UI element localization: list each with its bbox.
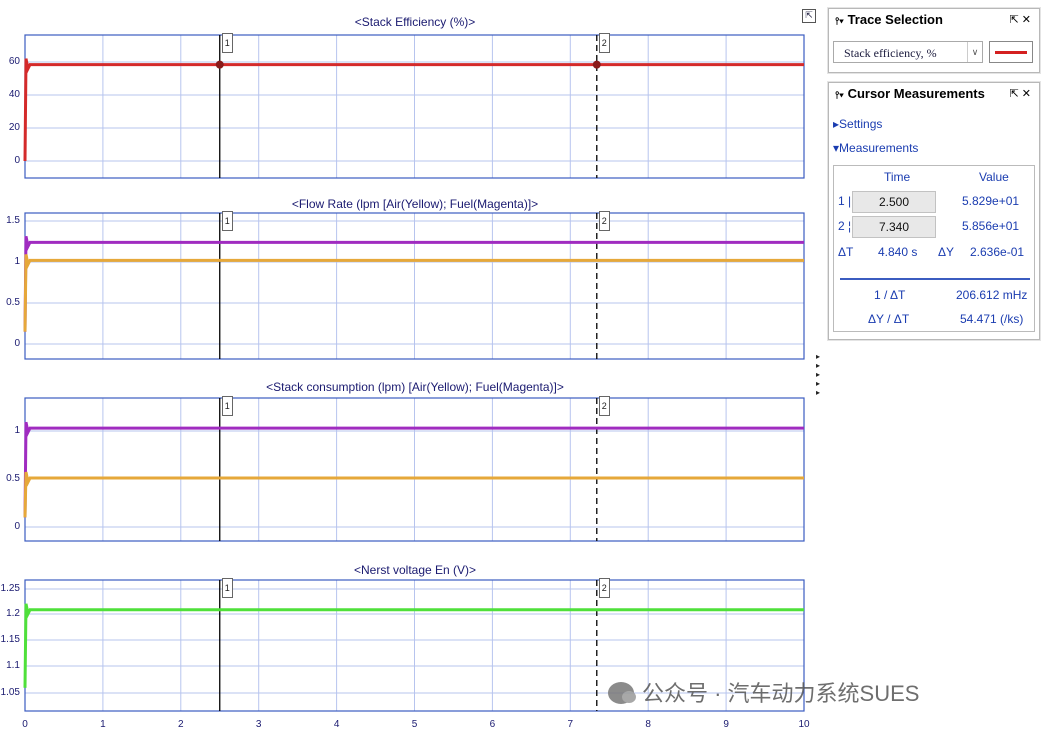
cursor-2-tag: 2 <box>598 211 610 231</box>
y-tick-label: 0.5 <box>6 297 20 308</box>
x-tick-label: 9 <box>723 719 729 730</box>
x-tick-label: 8 <box>645 719 651 730</box>
cursor2-time-field[interactable]: 7.340 <box>852 216 936 238</box>
y-tick-label: 1.05 <box>0 687 20 698</box>
cursor-measurements-title: Cursor Measurements <box>847 86 985 101</box>
x-tick-label: 2 <box>178 719 184 730</box>
delta-t-value: 4.840 s <box>878 245 918 259</box>
measurements-divider <box>840 278 1030 280</box>
cursor-measurements-header: ⫯▾ Cursor Measurements ⇱ ✕ <box>829 83 1039 105</box>
x-tick-label: 6 <box>489 719 496 730</box>
y-tick-label: 1.5 <box>6 215 20 226</box>
cursor1-time-field[interactable]: 2.500 <box>852 191 936 213</box>
plot-title: <Stack Efficiency (%)> <box>354 15 476 29</box>
cursor-1-tag: 1 <box>221 578 233 598</box>
plot-title: <Nerst voltage En (V)> <box>353 563 477 577</box>
wechat-logo-icon <box>608 682 636 704</box>
pin-close-icons[interactable]: ⇱ ✕ <box>1010 83 1032 105</box>
cursor-1-tag: 1 <box>221 211 233 231</box>
cursor-1-tag: 1 <box>221 33 233 53</box>
scope-canvas[interactable] <box>0 0 820 735</box>
chevron-down-icon[interactable]: ∨ <box>967 42 982 62</box>
time-header: Time <box>884 170 911 184</box>
x-tick-label: 0 <box>22 719 28 730</box>
collapse-icon[interactable]: ⫯▾ <box>835 16 844 27</box>
watermark: 公众号 · 汽车动力系统SUES <box>608 676 919 708</box>
cursor-1-tag: 1 <box>221 396 233 416</box>
trace-select-dropdown[interactable]: Stack efficiency, % ∨ <box>833 41 983 63</box>
cursor-2-tag: 2 <box>598 578 610 598</box>
y-tick-label: 1 <box>14 425 20 436</box>
trace-selection-header: ⫯▾ Trace Selection ⇱ ✕ <box>829 9 1039 31</box>
y-tick-label: 0.5 <box>6 473 20 484</box>
x-tick-label: 4 <box>333 719 340 730</box>
x-tick-label: 1 <box>100 719 106 730</box>
splitter-grip-icon[interactable]: ▸ ▸ ▸ ▸ ▸ <box>816 352 820 398</box>
y-tick-label: 1 <box>14 256 20 267</box>
trace-color-swatch[interactable] <box>989 41 1033 63</box>
cursor-1-marker <box>215 60 224 69</box>
y-tick-label: 0 <box>14 155 20 166</box>
x-tick-label: 3 <box>255 719 262 730</box>
delta-y-value: 2.636e-01 <box>970 245 1025 259</box>
scope-plot-area: <Stack Efficiency (%)> 60 40 20 0 1 2 <Flow Rat… <box>0 0 820 735</box>
y-tick-label: 1.15 <box>0 634 20 645</box>
pin-close-icons[interactable]: ⇱ ✕ <box>1010 9 1032 31</box>
watermark-text: 公众号 · 汽车动力系统SUES <box>642 681 920 706</box>
y-tick-label: 1.1 <box>6 660 20 671</box>
y-tick-label: 60 <box>8 56 20 67</box>
cursor-2-marker <box>592 60 601 69</box>
measurements-table: Time Value 1 | 2.500 5.829e+01 2 ¦ 7.340… <box>833 165 1035 332</box>
cursor-measurements-panel: ⫯▾ Cursor Measurements ⇱ ✕ ▸Settings ▾Mea… <box>828 82 1040 340</box>
settings-toggle[interactable]: ▸Settings <box>833 117 882 131</box>
cursor-2-tag: 2 <box>598 396 610 416</box>
plot-title: <Stack consumption (lpm) [Air(Yellow); F… <box>266 380 564 394</box>
value-header: Value <box>979 170 1009 184</box>
undock-icon[interactable]: ⇱ <box>802 9 816 23</box>
measurements-toggle[interactable]: ▾Measurements <box>833 141 918 155</box>
y-tick-label: 40 <box>8 89 20 100</box>
y-tick-label: 1.2 <box>6 608 20 619</box>
cursor-2-tag: 2 <box>598 33 610 53</box>
cursor1-value: 5.829e+01 <box>962 194 1020 208</box>
x-tick-label: 10 <box>798 719 810 730</box>
slope-label: ΔY / ΔT <box>868 312 910 326</box>
inverse-delta-t-value: 206.612 mHz <box>956 288 1028 302</box>
delta-y-label: ΔY <box>938 245 955 259</box>
cursor2-label: 2 ¦ <box>838 219 852 233</box>
cursor1-label: 1 | <box>838 194 852 208</box>
trace-selection-title: Trace Selection <box>847 12 943 27</box>
plot-title: <Flow Rate (lpm [Air(Yellow); Fuel(Magen… <box>291 197 539 211</box>
inverse-delta-t-label: 1 / ΔT <box>874 288 906 302</box>
trace-selection-panel: ⫯▾ Trace Selection ⇱ ✕ Stack efficiency, … <box>828 8 1040 73</box>
y-tick-label: 1.25 <box>0 583 20 594</box>
x-tick-label: 5 <box>411 719 418 730</box>
y-tick-label: 20 <box>8 122 20 133</box>
delta-t-label: ΔT <box>838 245 854 259</box>
y-tick-label: 0 <box>14 521 20 532</box>
cursor2-value: 5.856e+01 <box>962 219 1020 233</box>
collapse-icon[interactable]: ⫯▾ <box>835 90 844 101</box>
slope-value: 54.471 (/ks) <box>960 312 1024 326</box>
y-tick-label: 0 <box>14 338 20 349</box>
trace-select-value: Stack efficiency, % <box>844 46 937 60</box>
x-tick-label: 7 <box>567 719 574 730</box>
